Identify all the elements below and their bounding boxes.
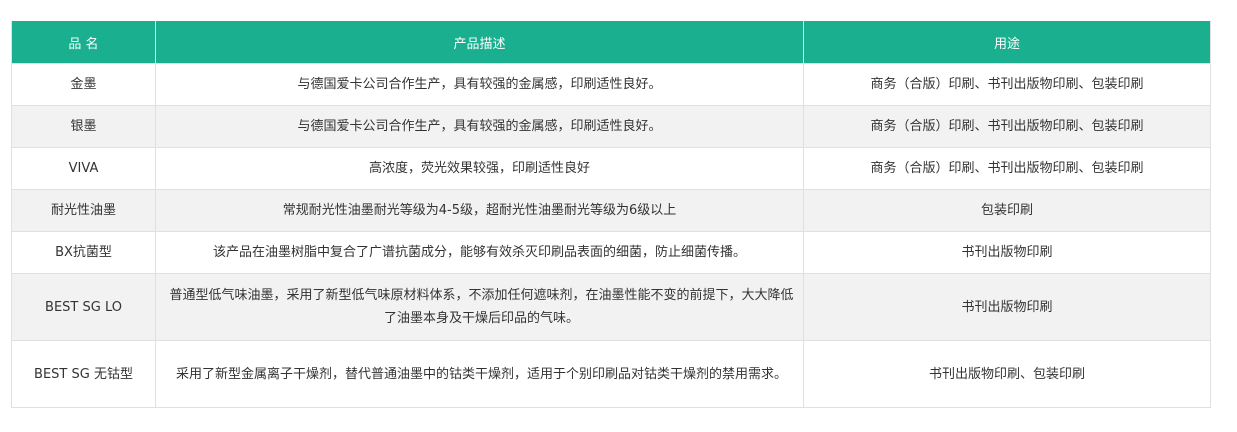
product-description-cell: 该产品在油墨树脂中复合了广谱抗菌成分，能够有效杀灭印刷品表面的细菌，防止细菌传播… <box>155 231 804 274</box>
product-description-cell: 高浓度，荧光效果较强，印刷适性良好 <box>155 147 804 190</box>
product-usage-cell: 书刊出版物印刷 <box>803 231 1211 274</box>
table-row: 银墨 与德国爱卡公司合作生产，具有较强的金属感，印刷适性良好。 商务（合版）印刷… <box>11 105 1211 148</box>
product-name-cell: VIVA <box>11 147 156 190</box>
column-header-description: 产品描述 <box>155 21 804 64</box>
table-row: BX抗菌型 该产品在油墨树脂中复合了广谱抗菌成分，能够有效杀灭印刷品表面的细菌，… <box>11 231 1211 274</box>
table-row: BEST SG 无钴型 采用了新型金属离子干燥剂，替代普通油墨中的钴类干燥剂，适… <box>11 340 1211 408</box>
product-usage-cell: 包装印刷 <box>803 189 1211 232</box>
table-row: BEST SG LO 普通型低气味油墨，采用了新型低气味原材料体系，不添加任何遮… <box>11 273 1211 341</box>
column-header-name: 品 名 <box>11 21 156 64</box>
product-usage-cell: 商务（合版）印刷、书刊出版物印刷、包装印刷 <box>803 105 1211 148</box>
table-row: 金墨 与德国爱卡公司合作生产，具有较强的金属感，印刷适性良好。 商务（合版）印刷… <box>11 63 1211 106</box>
table-header-row: 品 名 产品描述 用途 <box>11 21 1211 64</box>
product-name-cell: BEST SG LO <box>11 273 156 341</box>
product-name-cell: 银墨 <box>11 105 156 148</box>
product-description-cell: 与德国爱卡公司合作生产，具有较强的金属感，印刷适性良好。 <box>155 63 804 106</box>
product-description-cell: 常规耐光性油墨耐光等级为4-5级，超耐光性油墨耐光等级为6级以上 <box>155 189 804 232</box>
product-usage-cell: 书刊出版物印刷 <box>803 273 1211 341</box>
product-usage-cell: 书刊出版物印刷、包装印刷 <box>803 340 1211 408</box>
table-row: VIVA 高浓度，荧光效果较强，印刷适性良好 商务（合版）印刷、书刊出版物印刷、… <box>11 147 1211 190</box>
product-usage-cell: 商务（合版）印刷、书刊出版物印刷、包装印刷 <box>803 147 1211 190</box>
product-description-cell: 普通型低气味油墨，采用了新型低气味原材料体系，不添加任何遮味剂，在油墨性能不变的… <box>155 273 804 341</box>
product-name-cell: BEST SG 无钴型 <box>11 340 156 408</box>
table-row: 耐光性油墨 常规耐光性油墨耐光等级为4-5级，超耐光性油墨耐光等级为6级以上 包… <box>11 189 1211 232</box>
product-usage-cell: 商务（合版）印刷、书刊出版物印刷、包装印刷 <box>803 63 1211 106</box>
product-name-cell: 耐光性油墨 <box>11 189 156 232</box>
product-description-cell: 与德国爱卡公司合作生产，具有较强的金属感，印刷适性良好。 <box>155 105 804 148</box>
product-description-cell: 采用了新型金属离子干燥剂，替代普通油墨中的钴类干燥剂，适用于个别印刷品对钴类干燥… <box>155 340 804 408</box>
product-name-cell: 金墨 <box>11 63 156 106</box>
column-header-usage: 用途 <box>803 21 1211 64</box>
product-table: 品 名 产品描述 用途 金墨 与德国爱卡公司合作生产，具有较强的金属感，印刷适性… <box>11 21 1211 408</box>
product-name-cell: BX抗菌型 <box>11 231 156 274</box>
